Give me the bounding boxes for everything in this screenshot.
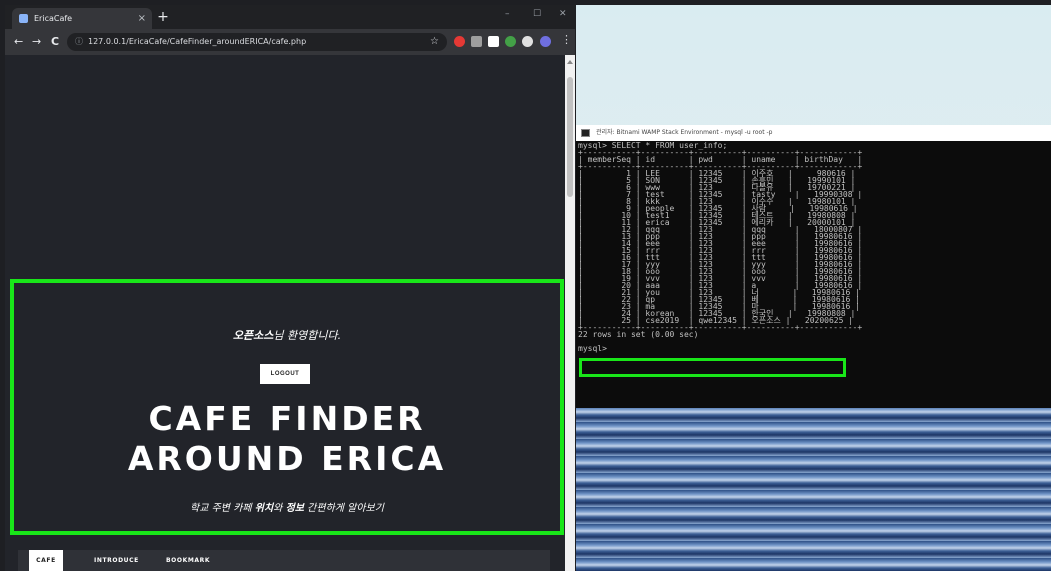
nav-cafe[interactable]: CAFE bbox=[29, 550, 63, 571]
page-title: CAFE FINDER AROUND ERICA bbox=[14, 399, 560, 479]
subtitle-bold-info: 정보 bbox=[285, 503, 304, 514]
tab-ericacafe[interactable]: EricaCafe × bbox=[12, 8, 152, 29]
extensions-puzzle-icon[interactable] bbox=[522, 36, 533, 47]
nav-introduce[interactable]: INTRODUCE bbox=[94, 550, 139, 571]
address-bar[interactable]: ⓘ 127.0.0.1/EricaCafe/CafeFinder_aroundER… bbox=[67, 33, 447, 51]
welcome-message: 오픈소스님 환영합니다. bbox=[14, 327, 560, 343]
browser-menu-icon[interactable]: ⋮ bbox=[561, 33, 572, 46]
scroll-up-icon[interactable] bbox=[567, 60, 573, 64]
console-icon bbox=[581, 129, 590, 137]
bookmark-star-icon[interactable]: ☆ bbox=[430, 33, 439, 51]
nav-bookmark[interactable]: BOOKMARK bbox=[166, 550, 210, 571]
page-viewport: 오픈소스님 환영합니다. LOGOUT CAFE FINDER AROUND E… bbox=[5, 55, 565, 571]
console-title: 관리자: Bitnami WAMP Stack Environment - my… bbox=[596, 129, 773, 136]
extension-green-icon[interactable] bbox=[505, 36, 516, 47]
info-icon[interactable]: ⓘ bbox=[75, 37, 83, 46]
forward-button[interactable]: → bbox=[32, 34, 41, 50]
welcome-username: 오픈소스 bbox=[232, 329, 274, 342]
close-window-icon[interactable]: ✕ bbox=[559, 7, 567, 21]
minimize-icon[interactable]: – bbox=[505, 7, 510, 21]
site-nav: CAFE INTRODUCE BOOKMARK bbox=[18, 550, 550, 571]
page-subtitle: 학교 주변 카페 위치와 정보 간편하게 알아보기 bbox=[14, 499, 560, 514]
logout-button[interactable]: LOGOUT bbox=[260, 364, 310, 384]
profile-avatar[interactable] bbox=[540, 36, 551, 47]
back-button[interactable]: ← bbox=[14, 34, 23, 50]
extension-gray-icon[interactable] bbox=[471, 36, 482, 47]
subtitle-part: 와 bbox=[273, 503, 286, 514]
tab-close-icon[interactable]: × bbox=[138, 8, 146, 29]
scroll-thumb[interactable] bbox=[567, 77, 573, 197]
browser-window: EricaCafe × + – ☐ ✕ ← → C ⓘ 127.0.0.1/Eri… bbox=[5, 5, 575, 571]
subtitle-part: 간편하게 알아보기 bbox=[303, 503, 384, 514]
extension-white-icon[interactable] bbox=[488, 36, 499, 47]
tab-title: EricaCafe bbox=[34, 14, 73, 23]
tab-strip: EricaCafe × + – ☐ ✕ bbox=[5, 5, 575, 29]
page-scrollbar[interactable] bbox=[565, 55, 575, 571]
browser-toolbar: ← → C ⓘ 127.0.0.1/EricaCafe/CafeFinder_ar… bbox=[5, 29, 575, 55]
subtitle-bold-location: 위치 bbox=[254, 503, 274, 514]
title-line-2: AROUND ERICA bbox=[127, 439, 447, 478]
reload-button[interactable]: C bbox=[51, 34, 59, 50]
console-line: mysql> bbox=[578, 344, 607, 353]
maximize-icon[interactable]: ☐ bbox=[533, 7, 541, 21]
subtitle-part: 학교 주변 카페 bbox=[190, 503, 255, 514]
console-titlebar: 관리자: Bitnami WAMP Stack Environment - my… bbox=[576, 125, 1051, 141]
url-text: 127.0.0.1/EricaCafe/CafeFinder_aroundERI… bbox=[88, 37, 307, 46]
welcome-suffix: 님 환영합니다. bbox=[273, 329, 342, 342]
console-line: 22 rows in set (0.00 sec) bbox=[578, 330, 699, 339]
favicon-icon bbox=[19, 14, 28, 23]
new-tab-button[interactable]: + bbox=[155, 7, 171, 27]
extension-red-icon[interactable] bbox=[454, 36, 465, 47]
hero-section: 오픈소스님 환영합니다. LOGOUT CAFE FINDER AROUND E… bbox=[10, 279, 564, 535]
highlight-new-user-row bbox=[579, 358, 846, 377]
wallpaper-stripes bbox=[576, 405, 1051, 571]
title-line-1: CAFE FINDER bbox=[148, 399, 426, 438]
